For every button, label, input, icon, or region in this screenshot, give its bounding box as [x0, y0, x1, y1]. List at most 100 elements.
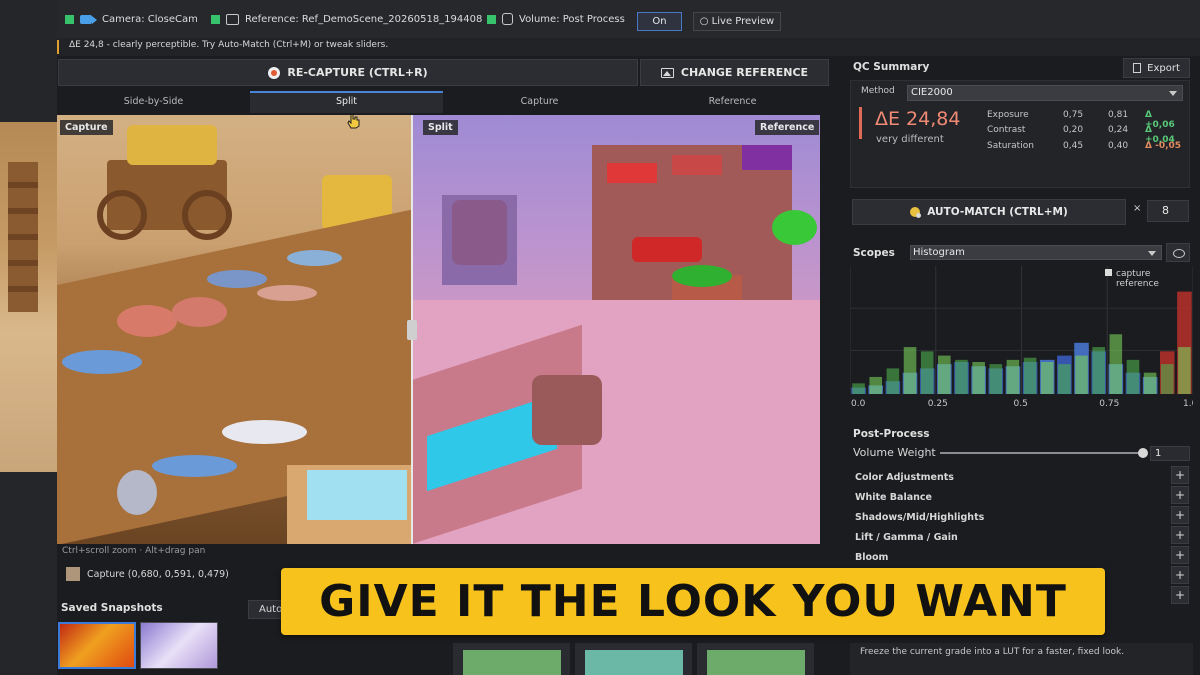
tab-split[interactable]: Split — [250, 91, 443, 113]
delta-e-verdict: very different — [876, 134, 944, 145]
histogram-chart: 0.0 0.25 0.5 0.75 1.0 capture reference — [850, 266, 1193, 409]
pp-item-color-adjustments[interactable]: Color Adjustments — [850, 468, 1170, 488]
viewport-hint: Ctrl+scroll zoom · Alt+drag pan — [62, 546, 206, 556]
add-override-button[interactable]: + — [1171, 486, 1189, 504]
scopes-label: Scopes — [853, 247, 895, 259]
promo-banner: GIVE IT THE LOOK YOU WANT — [281, 568, 1105, 635]
add-override-button[interactable]: + — [1171, 506, 1189, 524]
volume-weight-label: Volume Weight — [853, 446, 936, 459]
capture-tag: Capture — [60, 120, 113, 135]
method-label: Method — [861, 86, 895, 96]
reference-tag: Reference — [755, 120, 820, 135]
scope-mode-dropdown[interactable]: Histogram — [910, 245, 1162, 260]
split-drag-handle[interactable] — [407, 320, 417, 340]
warning-banner: ΔE 24,8 - clearly perceptible. Try Auto-… — [57, 38, 1200, 56]
volume-toggle[interactable]: Volume: Post Process — [487, 10, 625, 28]
add-override-button[interactable]: + — [1171, 546, 1189, 564]
histogram-bar-capture — [1126, 359, 1140, 394]
magic-wand-icon — [910, 207, 922, 218]
add-override-button[interactable]: + — [1171, 466, 1189, 484]
histogram-tick-label: 1.0 — [1183, 399, 1193, 409]
volume-weight-handle[interactable] — [1138, 448, 1148, 458]
histogram-bar-capture — [903, 347, 917, 394]
histogram-tick-label: 0.0 — [851, 399, 866, 409]
lut-preset-card[interactable] — [453, 643, 570, 675]
chevron-down-icon — [1148, 251, 1156, 256]
method-value: CIE2000 — [911, 87, 953, 98]
histogram-tick-label: 0.5 — [1014, 399, 1028, 409]
pp-item-bloom[interactable]: Bloom — [850, 548, 1170, 568]
volume-on-button[interactable]: On — [637, 12, 682, 31]
cube-icon — [502, 13, 513, 25]
histogram-bar-capture — [1109, 334, 1123, 394]
recapture-button[interactable]: RE-CAPTURE (CTRL+R) — [58, 59, 638, 86]
post-process-title: Post-Process — [853, 428, 930, 440]
auto-match-button[interactable]: AUTO-MATCH (CTRL+M) — [852, 199, 1126, 225]
histogram-bar-capture — [972, 362, 985, 394]
add-override-button[interactable]: + — [1171, 566, 1189, 584]
live-preview-button[interactable]: ○ Live Preview — [693, 12, 781, 31]
pp-item-shadows-mid-highlights[interactable]: Shadows/Mid/Highlights — [850, 508, 1170, 528]
add-override-button[interactable]: + — [1171, 526, 1189, 544]
tab-capture[interactable]: Capture — [443, 91, 636, 113]
background-scene-preview — [0, 122, 57, 472]
lut-preset-card[interactable] — [697, 643, 814, 675]
top-toolbar: Camera: CloseCam Reference: Ref_DemoScen… — [57, 0, 1200, 38]
histogram-bar-capture — [1092, 347, 1105, 394]
iterations-input[interactable]: 8 — [1147, 200, 1189, 222]
legend-capture-label: capture — [1116, 269, 1151, 279]
histogram-tick-label: 0.25 — [928, 399, 948, 409]
volume-weight-slider[interactable] — [940, 452, 1144, 454]
auto-match-label: AUTO-MATCH (CTRL+M) — [927, 206, 1068, 218]
snapshot-thumbnail[interactable] — [140, 622, 218, 669]
image-icon — [226, 13, 239, 25]
export-label: Export — [1147, 62, 1180, 74]
reference-label: Reference: Ref_DemoScene_20260518_194408 — [245, 13, 483, 25]
view-tabs: Side-by-Side Split Capture Reference — [57, 91, 829, 113]
pp-item-lift-gamma-gain[interactable]: Lift / Gamma / Gain — [850, 528, 1170, 548]
lut-preset-card[interactable] — [575, 643, 692, 675]
volume-weight-fill — [940, 452, 1140, 454]
histogram-bar-capture — [1143, 372, 1157, 394]
record-icon — [268, 66, 281, 79]
warning-accent — [57, 40, 59, 54]
qc-summary-title: QC Summary — [853, 61, 930, 73]
add-override-button[interactable]: + — [1171, 586, 1189, 604]
tab-reference[interactable]: Reference — [636, 91, 829, 113]
histogram-bar-capture — [1058, 364, 1071, 394]
export-button[interactable]: Export — [1123, 58, 1190, 78]
eye-icon[interactable] — [1166, 243, 1190, 262]
histogram-bar-capture — [1040, 362, 1054, 394]
volume-checkbox[interactable] — [487, 14, 496, 24]
histogram-bar-capture — [852, 383, 865, 394]
reference-toggle[interactable]: Reference: Ref_DemoScene_20260518_194408 — [211, 10, 482, 28]
histogram-tick-label: 0.75 — [1099, 399, 1119, 409]
camera-toggle[interactable]: Camera: CloseCam — [65, 10, 198, 28]
hand-cursor-icon — [347, 115, 360, 129]
volume-label: Volume: Post Process — [519, 13, 625, 25]
capture-color-swatch — [66, 567, 80, 581]
method-dropdown[interactable]: CIE2000 — [907, 85, 1183, 101]
document-icon — [1133, 63, 1142, 73]
reference-checkbox[interactable] — [211, 14, 220, 24]
change-reference-button[interactable]: CHANGE REFERENCE — [640, 59, 829, 86]
saved-snapshots-title: Saved Snapshots — [61, 602, 163, 614]
reference-render — [412, 115, 820, 544]
histogram-bar-capture — [955, 359, 968, 394]
camera-checkbox[interactable] — [65, 14, 74, 24]
histogram-bar-capture — [920, 351, 934, 394]
camera-icon — [80, 14, 97, 24]
split-viewport[interactable]: Capture Split Reference — [57, 115, 820, 544]
capture-render — [57, 115, 417, 544]
image-icon — [660, 67, 674, 78]
histogram-bar-capture — [1006, 359, 1020, 394]
pp-item-white-balance[interactable]: White Balance — [850, 488, 1170, 508]
histogram-bar-capture — [938, 355, 951, 394]
histogram-bar-capture — [1160, 364, 1174, 394]
snapshot-thumbnail[interactable] — [58, 622, 136, 669]
histogram-bar-capture — [989, 364, 1003, 394]
volume-weight-input[interactable]: 1 — [1150, 446, 1190, 461]
tab-side-by-side[interactable]: Side-by-Side — [57, 91, 250, 113]
split-tag: Split — [423, 120, 458, 135]
scope-mode-value: Histogram — [913, 247, 965, 258]
